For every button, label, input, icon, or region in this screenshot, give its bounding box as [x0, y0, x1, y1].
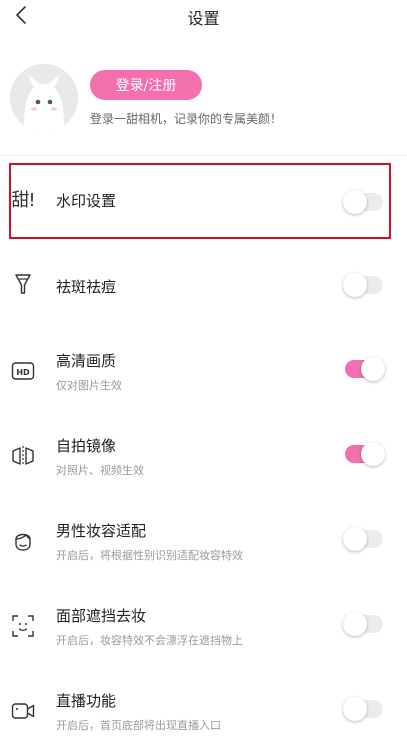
setting-label: 直播功能 — [56, 692, 117, 710]
toggle-occlusion[interactable] — [343, 612, 383, 636]
toggle-knob — [343, 273, 367, 297]
setting-row-male-makeup: 男性妆容适配 开启后，将根据性别识别适配妆容特效 — [0, 510, 407, 570]
video-camera-icon — [10, 698, 36, 724]
toggle-knob — [343, 190, 367, 214]
toggle-hd[interactable] — [345, 357, 385, 381]
toggle-male-makeup[interactable] — [343, 527, 383, 551]
toggle-mirror[interactable] — [345, 442, 385, 466]
login-tip: 登录一甜相机，记录你的专属美颜！ — [90, 112, 283, 126]
setting-description: 对照片、视频生效 — [56, 464, 144, 477]
setting-description: 仅对图片生效 — [56, 379, 122, 392]
login-register-button[interactable]: 登录/注册 — [90, 70, 202, 100]
concealer-icon — [10, 271, 36, 297]
toggle-knob — [343, 612, 367, 636]
top-bar: 设置 — [0, 0, 407, 34]
setting-description: 开启后，妆容特效不会漂浮在遮挡物上 — [56, 634, 243, 647]
setting-label: 高清画质 — [56, 352, 117, 370]
setting-label: 水印设置 — [56, 192, 117, 210]
toggle-knob — [343, 527, 367, 551]
hd-icon: HD — [10, 358, 36, 384]
avatar[interactable] — [10, 64, 78, 132]
setting-row-occlusion: 面部遮挡去妆 开启后，妆容特效不会漂浮在遮挡物上 — [0, 595, 407, 655]
toggle-live[interactable] — [343, 697, 383, 721]
mirror-icon — [10, 443, 36, 469]
divider — [0, 155, 407, 156]
setting-row-live: 直播功能 开启后，首页底部将出现直播入口 — [0, 680, 407, 740]
setting-row-watermark: 甜! 水印设置 — [0, 170, 407, 230]
profile-section: 登录/注册 登录一甜相机，记录你的专属美颜！ — [0, 64, 407, 148]
default-avatar-icon — [10, 64, 78, 132]
setting-row-mirror: 自拍镜像 对照片、视频生效 — [0, 425, 407, 485]
male-face-icon — [10, 528, 36, 554]
toggle-knob — [361, 357, 385, 381]
svg-text:HD: HD — [16, 368, 30, 377]
setting-description: 开启后，将根据性别识别适配妆容特效 — [56, 549, 243, 562]
setting-label: 自拍镜像 — [56, 437, 117, 455]
toggle-knob — [361, 442, 385, 466]
setting-label: 男性妆容适配 — [56, 522, 147, 540]
setting-label: 祛斑祛痘 — [56, 278, 117, 296]
face-scan-icon — [10, 613, 36, 639]
setting-row-blemish: 祛斑祛痘 — [0, 256, 407, 316]
toggle-knob — [343, 697, 367, 721]
toggle-blemish[interactable] — [343, 273, 383, 297]
sweet-logo-icon: 甜! — [11, 190, 35, 211]
setting-label: 面部遮挡去妆 — [56, 607, 147, 625]
setting-description: 开启后，首页底部将出现直播入口 — [56, 719, 221, 732]
page-title: 设置 — [187, 9, 220, 28]
toggle-watermark[interactable] — [343, 190, 383, 214]
setting-row-hd: HD 高清画质 仅对图片生效 — [0, 340, 407, 400]
